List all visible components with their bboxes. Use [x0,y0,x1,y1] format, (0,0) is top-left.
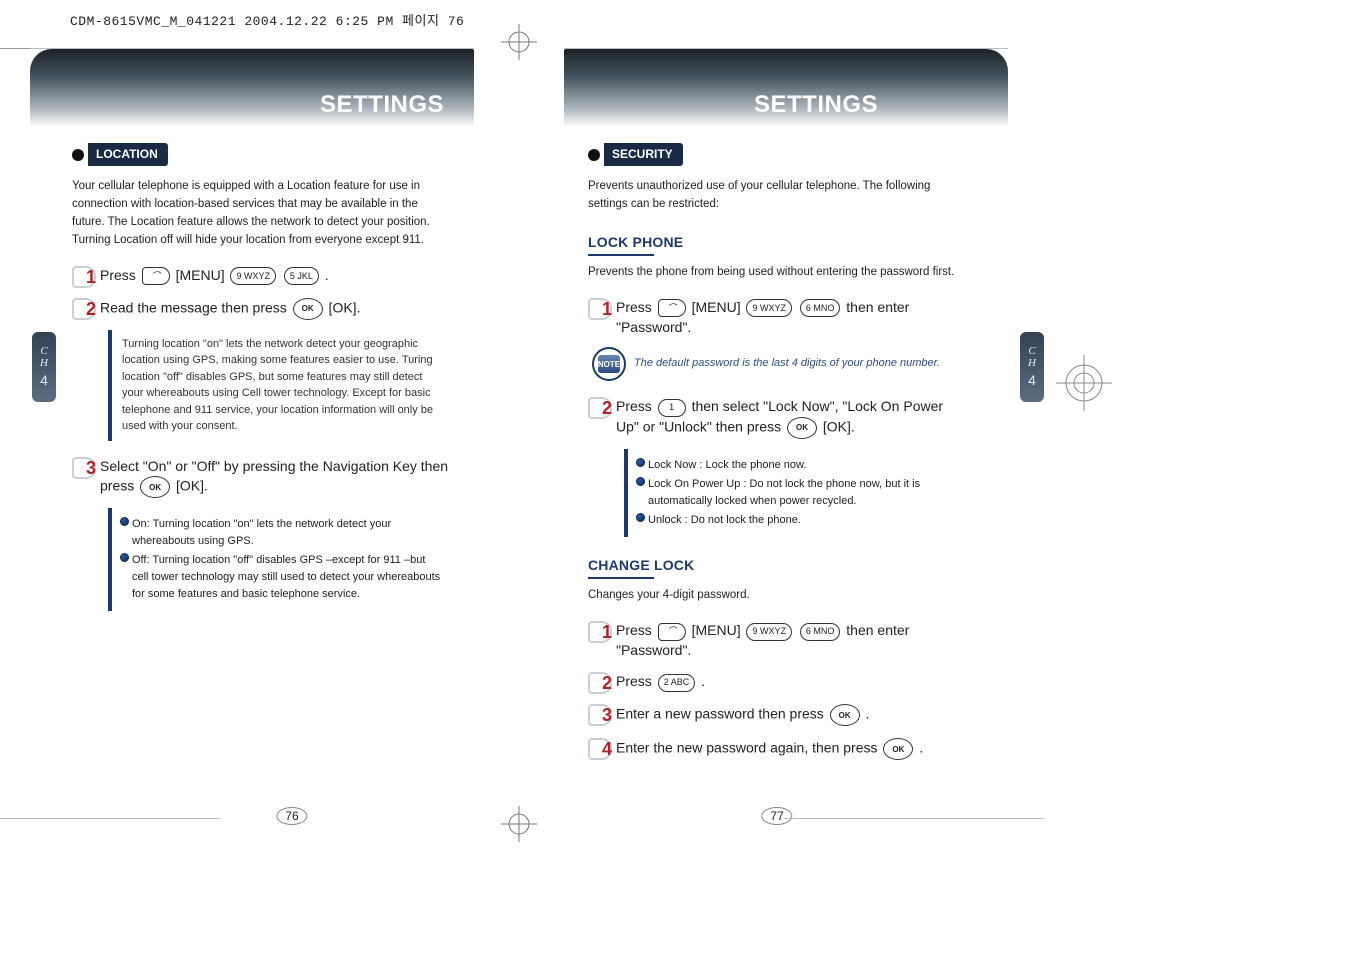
ok-key-icon: OK [883,738,913,760]
lock-phone-heading: LOCK PHONE [588,232,966,252]
change-step-3: 3 Enter a new password then press OK . [588,702,966,726]
key-1-icon: 1 [658,399,686,417]
key-9-icon: 9 WXYZ [746,623,792,641]
page-title: SETTINGS [754,91,878,119]
softkey-icon: ⌒ [658,623,686,641]
lock-options-bullets: Lock Now : Lock the phone now. Lock On P… [624,449,966,537]
section-tag-security: SECURITY [588,143,683,166]
location-intro: Your cellular telephone is equipped with… [72,178,450,249]
change-step-1: 1 Press ⌒ [MENU] 9 WXYZ 6 MNO then enter… [588,619,966,660]
change-lock-heading: CHANGE LOCK [588,555,966,575]
registration-mark-icon [1056,355,1112,411]
page-number-left: 76 [276,807,307,825]
lock-step-1: 1 Press ⌒ [MENU] 9 WXYZ 6 MNO then enter… [588,296,966,337]
change-lock-desc: Changes your 4-digit password. [588,587,966,605]
page-title: SETTINGS [320,91,444,119]
on-off-bullets: On: Turning location "on" lets the netwo… [108,508,450,611]
key-6-icon: 6 MNO [800,299,841,317]
key-2-icon: 2 ABC [658,674,696,692]
default-password-note: NOTE The default password is the last 4 … [592,347,966,381]
ok-key-icon: OK [787,417,817,439]
step-3: 3 Select "On" or "Off" by pressing the N… [72,455,450,499]
location-note-box: Turning location "on" lets the network d… [108,330,450,441]
softkey-icon: ⌒ [658,299,686,317]
crop-mark-bottom-icon [501,806,537,842]
page-right: SETTINGS SECURITY Prevents unauthorized … [564,48,1008,819]
header-gradient-right: SETTINGS [564,49,1008,127]
chapter-tab-right: CH 4 [1020,332,1044,402]
crop-mark-top-icon [501,24,537,60]
lock-phone-desc: Prevents the phone from being used witho… [588,264,966,282]
header-gradient-left: SETTINGS [30,49,474,127]
crop-rule-bottom-left [0,818,220,819]
page-left: SETTINGS LOCATION Your cellular telephon… [30,48,474,819]
lock-step-2: 2 Press 1 then select "Lock Now", "Lock … [588,395,966,439]
ok-key-icon: OK [293,298,323,320]
page-number-right: 77 [761,807,792,825]
ok-key-icon: OK [830,704,860,726]
step-2: 2 Read the message then press OK [OK]. [72,296,450,320]
security-intro: Prevents unauthorized use of your cellul… [588,178,966,214]
key-5-icon: 5 JKL [284,267,319,285]
step-1: 1 Press ⌒ [MENU] 9 WXYZ 5 JKL . [72,264,450,286]
page-gutter [474,48,564,818]
change-step-4: 4 Enter the new password again, then pre… [588,736,966,760]
crop-rule-bottom-right [784,818,1044,819]
key-9-icon: 9 WXYZ [230,267,276,285]
print-header: CDM-8615VMC_M_041221 2004.12.22 6:25 PM … [70,10,464,29]
ok-key-icon: OK [140,476,170,498]
change-step-2: 2 Press 2 ABC . [588,670,966,692]
spread: SETTINGS LOCATION Your cellular telephon… [30,48,1010,818]
key-6-icon: 6 MNO [800,623,841,641]
note-badge-icon: NOTE [592,347,626,381]
key-9-icon: 9 WXYZ [746,299,792,317]
section-tag-location: LOCATION [72,143,168,166]
softkey-icon: ⌒ [142,267,170,285]
